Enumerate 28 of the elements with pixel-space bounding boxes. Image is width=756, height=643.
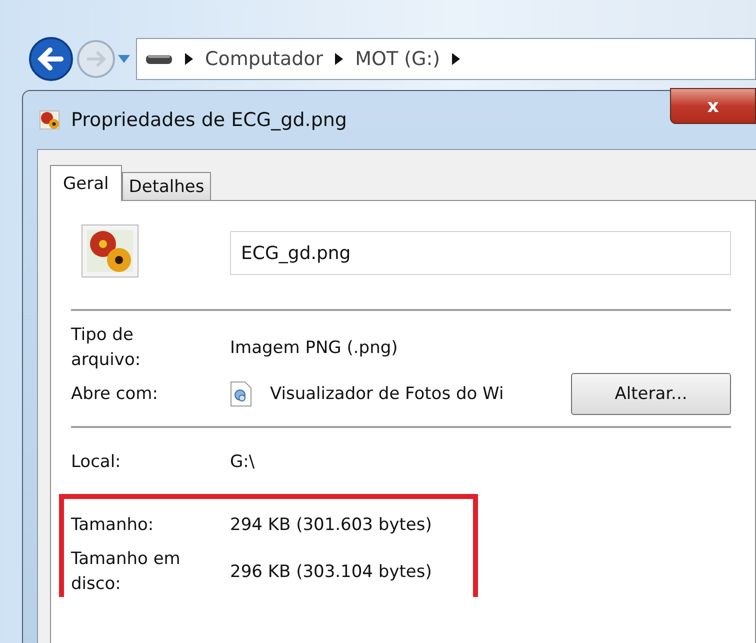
arrow-icon[interactable]	[335, 53, 344, 65]
field-label: Local:	[71, 450, 122, 474]
tab[interactable]: Detalhes	[122, 172, 212, 200]
field-value: Visualizador de Fotos do Wi	[270, 384, 505, 404]
field-label: Tamanho em disco:	[71, 548, 182, 596]
field-label: Abre com:	[71, 382, 159, 406]
close-button[interactable]: x	[670, 88, 756, 124]
arrow-icon[interactable]	[452, 53, 460, 65]
field-value: G:\	[230, 452, 255, 472]
breadcrumb[interactable]: Computador	[205, 48, 324, 70]
breadcrumb[interactable]: MOT (G:)	[355, 48, 440, 70]
tab[interactable]: Geral	[50, 165, 122, 201]
photo-viewer-icon	[230, 381, 252, 408]
field-value: Imagem PNG (.png)	[230, 338, 398, 358]
arrow-icon[interactable]	[185, 53, 193, 65]
field-label: Tipo de arquivo:	[71, 324, 142, 372]
field-value: 294 KB (301.603 bytes)	[230, 515, 432, 536]
image-file-icon	[39, 109, 61, 131]
dropdown-icon[interactable]	[118, 55, 130, 63]
field-label: Tamanho:	[71, 514, 155, 537]
drive-icon	[145, 53, 173, 65]
field-value: 296 KB (303.104 bytes)	[230, 562, 432, 582]
change-button[interactable]: Alterar...	[571, 373, 731, 416]
back-button[interactable]	[28, 36, 74, 82]
image-file-icon	[81, 224, 139, 278]
window-title: Propriedades de ECG_gd.png	[71, 109, 347, 131]
address-bar[interactable]: Computador MOT (G:)	[136, 38, 756, 80]
file-name-field[interactable]: ECG_gd.png	[230, 231, 731, 275]
